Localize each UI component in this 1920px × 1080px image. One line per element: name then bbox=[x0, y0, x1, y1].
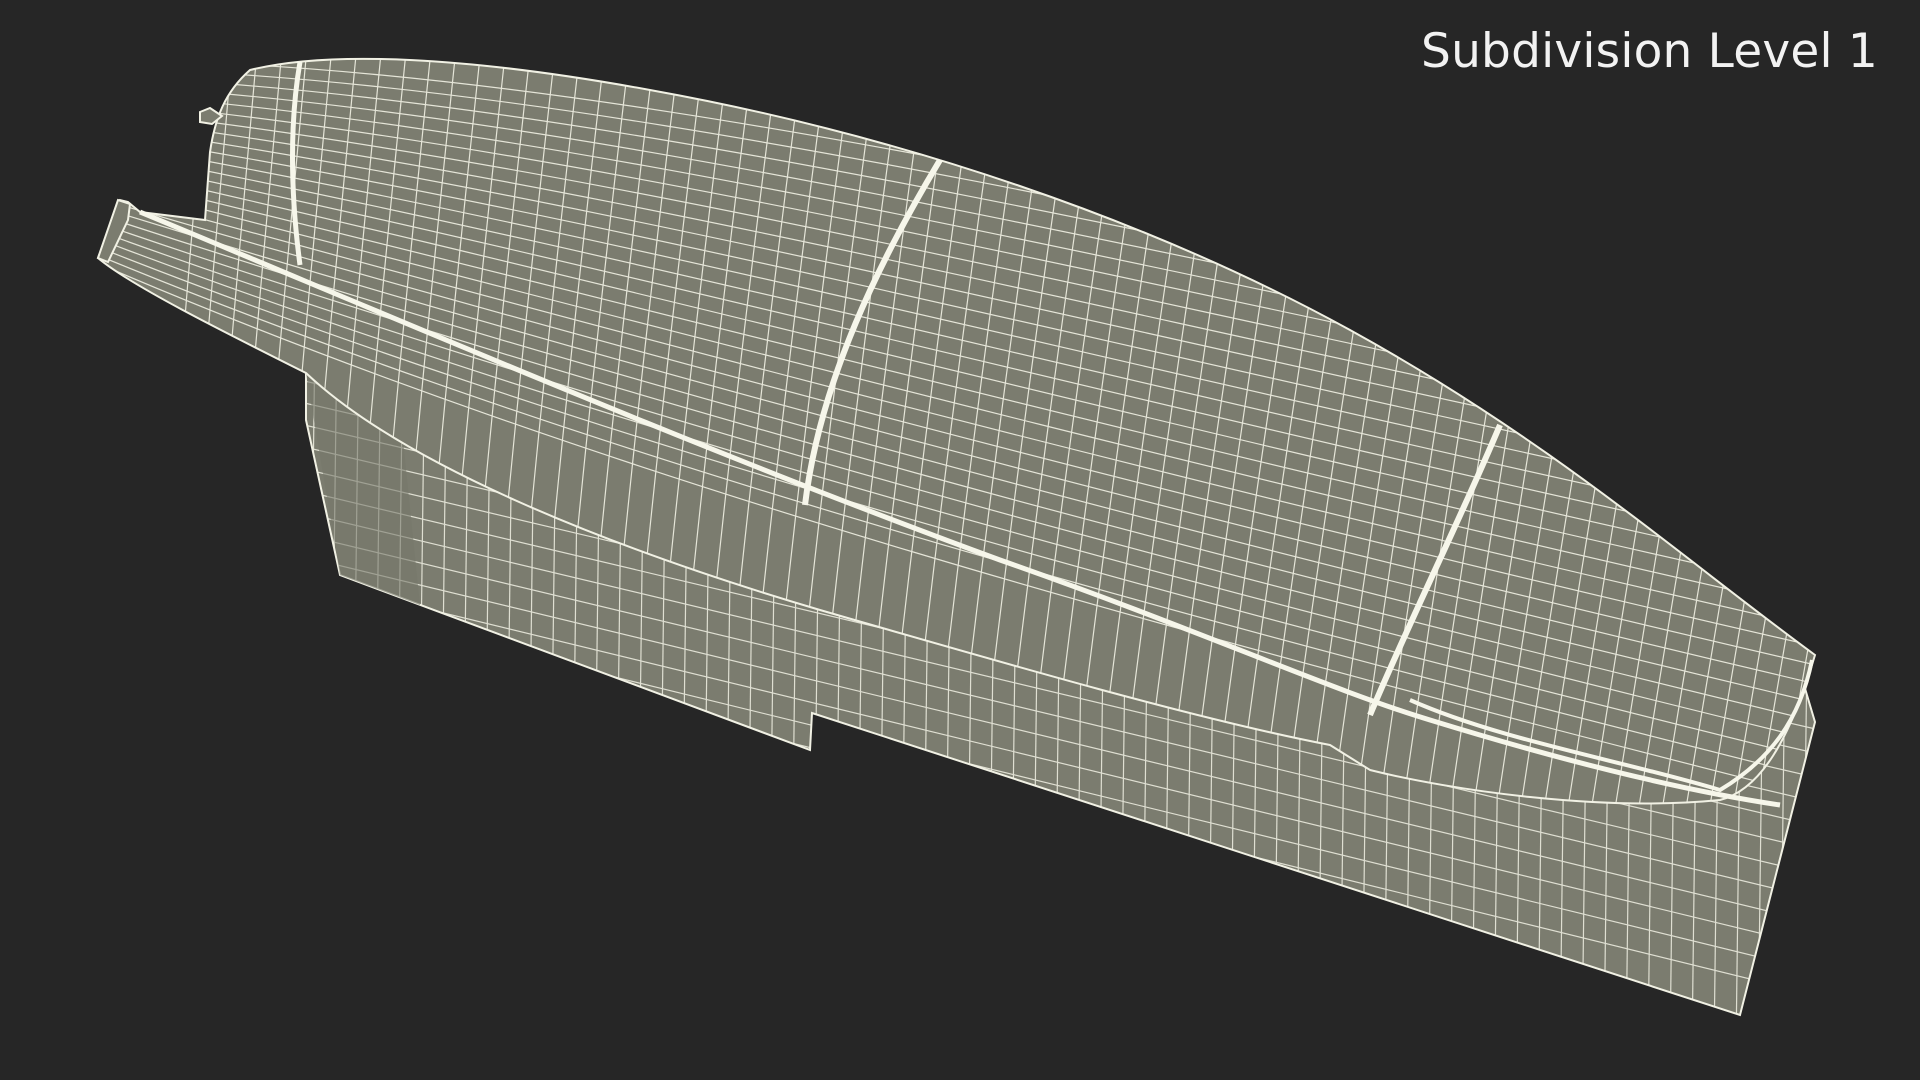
shell-wire-cross bbox=[145, 58, 211, 804]
base-wire-vert bbox=[1868, 250, 1878, 1050]
render-label: Subdivision Level 1 bbox=[1421, 24, 1878, 79]
base-wire-vert bbox=[1846, 250, 1856, 1050]
wireframe-model bbox=[96, 57, 1878, 1050]
base-wire-vert bbox=[283, 300, 295, 1015]
base-wire-vert bbox=[1824, 250, 1834, 1050]
base-wire-vert bbox=[250, 300, 251, 1015]
viewport-3d: Subdivision Level 1 bbox=[0, 0, 1920, 1080]
base-wire-vert bbox=[261, 300, 273, 1015]
